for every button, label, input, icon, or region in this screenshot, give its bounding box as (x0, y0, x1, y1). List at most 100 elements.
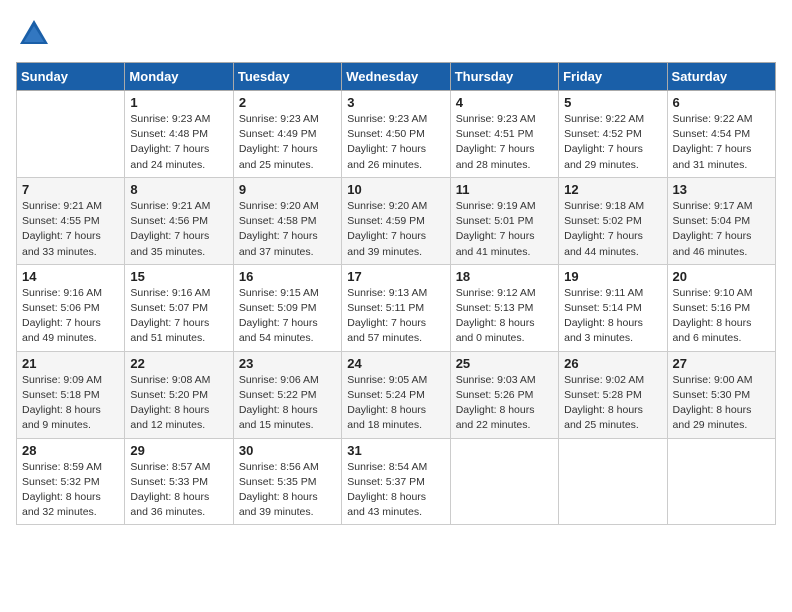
calendar-day-cell: 20 Sunrise: 9:10 AMSunset: 5:16 PMDayligh… (667, 264, 775, 351)
day-number: 30 (239, 443, 336, 458)
day-number: 28 (22, 443, 119, 458)
calendar-day-cell: 24 Sunrise: 9:05 AMSunset: 5:24 PMDayligh… (342, 351, 450, 438)
day-number: 9 (239, 182, 336, 197)
day-detail: Sunrise: 9:06 AMSunset: 5:22 PMDaylight:… (239, 373, 336, 434)
weekday-header: Tuesday (233, 63, 341, 91)
day-number: 24 (347, 356, 444, 371)
day-detail: Sunrise: 9:13 AMSunset: 5:11 PMDaylight:… (347, 286, 444, 347)
calendar-day-cell: 29 Sunrise: 8:57 AMSunset: 5:33 PMDayligh… (125, 438, 233, 525)
calendar-day-cell (450, 438, 558, 525)
weekday-header: Thursday (450, 63, 558, 91)
calendar-week-row: 14Sunrise: 9:16 AMSunset: 5:06 PMDayligh… (17, 264, 776, 351)
day-detail: Sunrise: 9:08 AMSunset: 5:20 PMDaylight:… (130, 373, 227, 434)
day-detail: Sunrise: 9:23 AMSunset: 4:48 PMDaylight:… (130, 112, 227, 173)
day-number: 10 (347, 182, 444, 197)
day-number: 3 (347, 95, 444, 110)
calendar-body: 1 Sunrise: 9:23 AMSunset: 4:48 PMDaylight… (17, 91, 776, 525)
calendar-table: SundayMondayTuesdayWednesdayThursdayFrid… (16, 62, 776, 525)
day-detail: Sunrise: 9:09 AMSunset: 5:18 PMDaylight:… (22, 373, 119, 434)
calendar-day-cell: 27 Sunrise: 9:00 AMSunset: 5:30 PMDayligh… (667, 351, 775, 438)
day-number: 29 (130, 443, 227, 458)
page-header (16, 16, 776, 52)
day-number: 31 (347, 443, 444, 458)
day-number: 15 (130, 269, 227, 284)
day-detail: Sunrise: 9:20 AMSunset: 4:59 PMDaylight:… (347, 199, 444, 260)
calendar-day-cell: 8 Sunrise: 9:21 AMSunset: 4:56 PMDaylight… (125, 177, 233, 264)
calendar-day-cell: 2 Sunrise: 9:23 AMSunset: 4:49 PMDaylight… (233, 91, 341, 178)
day-detail: Sunrise: 9:15 AMSunset: 5:09 PMDaylight:… (239, 286, 336, 347)
weekday-header: Friday (559, 63, 667, 91)
calendar-day-cell: 19Sunrise: 9:11 AMSunset: 5:14 PMDayligh… (559, 264, 667, 351)
weekday-header: Monday (125, 63, 233, 91)
day-number: 6 (673, 95, 770, 110)
calendar-week-row: 28 Sunrise: 8:59 AMSunset: 5:32 PMDayligh… (17, 438, 776, 525)
day-number: 11 (456, 182, 553, 197)
day-detail: Sunrise: 9:05 AMSunset: 5:24 PMDaylight:… (347, 373, 444, 434)
calendar-day-cell: 7 Sunrise: 9:21 AMSunset: 4:55 PMDaylight… (17, 177, 125, 264)
day-detail: Sunrise: 9:03 AMSunset: 5:26 PMDaylight:… (456, 373, 553, 434)
day-detail: Sunrise: 9:22 AMSunset: 4:54 PMDaylight:… (673, 112, 770, 173)
calendar-day-cell: 18Sunrise: 9:12 AMSunset: 5:13 PMDayligh… (450, 264, 558, 351)
day-number: 26 (564, 356, 661, 371)
day-number: 5 (564, 95, 661, 110)
day-number: 23 (239, 356, 336, 371)
day-number: 7 (22, 182, 119, 197)
day-number: 4 (456, 95, 553, 110)
day-number: 12 (564, 182, 661, 197)
day-number: 27 (673, 356, 770, 371)
day-detail: Sunrise: 9:19 AMSunset: 5:01 PMDaylight:… (456, 199, 553, 260)
calendar-day-cell: 13Sunrise: 9:17 AMSunset: 5:04 PMDayligh… (667, 177, 775, 264)
day-detail: Sunrise: 9:23 AMSunset: 4:49 PMDaylight:… (239, 112, 336, 173)
day-detail: Sunrise: 9:23 AMSunset: 4:50 PMDaylight:… (347, 112, 444, 173)
day-number: 8 (130, 182, 227, 197)
day-detail: Sunrise: 9:16 AMSunset: 5:07 PMDaylight:… (130, 286, 227, 347)
weekday-header: Saturday (667, 63, 775, 91)
day-detail: Sunrise: 9:10 AMSunset: 5:16 PMDaylight:… (673, 286, 770, 347)
calendar-day-cell: 15 Sunrise: 9:16 AMSunset: 5:07 PMDayligh… (125, 264, 233, 351)
weekday-header-row: SundayMondayTuesdayWednesdayThursdayFrid… (17, 63, 776, 91)
calendar-day-cell: 22Sunrise: 9:08 AMSunset: 5:20 PMDayligh… (125, 351, 233, 438)
day-number: 13 (673, 182, 770, 197)
calendar-day-cell (667, 438, 775, 525)
calendar-day-cell: 23 Sunrise: 9:06 AMSunset: 5:22 PMDayligh… (233, 351, 341, 438)
day-number: 25 (456, 356, 553, 371)
calendar-week-row: 21 Sunrise: 9:09 AMSunset: 5:18 PMDayligh… (17, 351, 776, 438)
day-detail: Sunrise: 9:18 AMSunset: 5:02 PMDaylight:… (564, 199, 661, 260)
day-number: 16 (239, 269, 336, 284)
day-detail: Sunrise: 8:56 AMSunset: 5:35 PMDaylight:… (239, 460, 336, 521)
calendar-day-cell: 6 Sunrise: 9:22 AMSunset: 4:54 PMDaylight… (667, 91, 775, 178)
weekday-header: Wednesday (342, 63, 450, 91)
calendar-day-cell: 16 Sunrise: 9:15 AMSunset: 5:09 PMDayligh… (233, 264, 341, 351)
day-number: 1 (130, 95, 227, 110)
calendar-day-cell (559, 438, 667, 525)
calendar-day-cell: 25 Sunrise: 9:03 AMSunset: 5:26 PMDayligh… (450, 351, 558, 438)
day-detail: Sunrise: 9:21 AMSunset: 4:56 PMDaylight:… (130, 199, 227, 260)
day-detail: Sunrise: 9:21 AMSunset: 4:55 PMDaylight:… (22, 199, 119, 260)
day-number: 2 (239, 95, 336, 110)
calendar-day-cell: 9Sunrise: 9:20 AMSunset: 4:58 PMDaylight… (233, 177, 341, 264)
day-detail: Sunrise: 8:57 AMSunset: 5:33 PMDaylight:… (130, 460, 227, 521)
logo-icon (16, 16, 52, 52)
day-detail: Sunrise: 8:54 AMSunset: 5:37 PMDaylight:… (347, 460, 444, 521)
day-number: 19 (564, 269, 661, 284)
calendar-day-cell: 10 Sunrise: 9:20 AMSunset: 4:59 PMDayligh… (342, 177, 450, 264)
day-detail: Sunrise: 8:59 AMSunset: 5:32 PMDaylight:… (22, 460, 119, 521)
day-number: 18 (456, 269, 553, 284)
weekday-header: Sunday (17, 63, 125, 91)
day-number: 14 (22, 269, 119, 284)
calendar-day-cell: 1 Sunrise: 9:23 AMSunset: 4:48 PMDaylight… (125, 91, 233, 178)
day-number: 20 (673, 269, 770, 284)
day-detail: Sunrise: 9:22 AMSunset: 4:52 PMDaylight:… (564, 112, 661, 173)
calendar-day-cell: 11 Sunrise: 9:19 AMSunset: 5:01 PMDayligh… (450, 177, 558, 264)
calendar-day-cell (17, 91, 125, 178)
calendar-day-cell: 17Sunrise: 9:13 AMSunset: 5:11 PMDayligh… (342, 264, 450, 351)
calendar-day-cell: 31 Sunrise: 8:54 AMSunset: 5:37 PMDayligh… (342, 438, 450, 525)
calendar-day-cell: 12 Sunrise: 9:18 AMSunset: 5:02 PMDayligh… (559, 177, 667, 264)
calendar-day-cell: 4Sunrise: 9:23 AMSunset: 4:51 PMDaylight… (450, 91, 558, 178)
calendar-week-row: 7 Sunrise: 9:21 AMSunset: 4:55 PMDaylight… (17, 177, 776, 264)
day-number: 21 (22, 356, 119, 371)
calendar-day-cell: 28 Sunrise: 8:59 AMSunset: 5:32 PMDayligh… (17, 438, 125, 525)
calendar-day-cell: 3 Sunrise: 9:23 AMSunset: 4:50 PMDaylight… (342, 91, 450, 178)
day-detail: Sunrise: 9:00 AMSunset: 5:30 PMDaylight:… (673, 373, 770, 434)
logo (16, 16, 56, 52)
